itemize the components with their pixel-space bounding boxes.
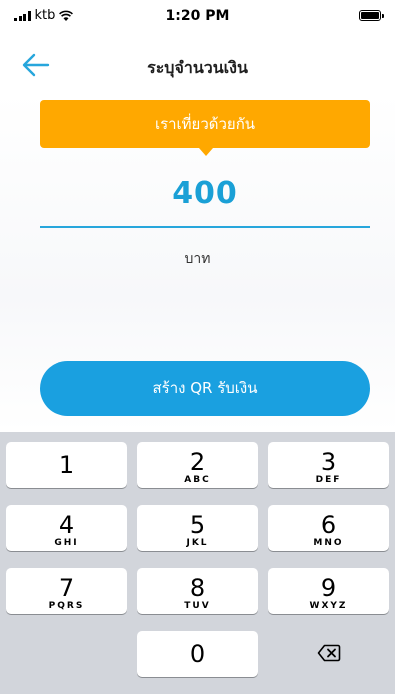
create-qr-button[interactable]: สร้าง QR รับเงิน	[40, 361, 370, 416]
key-digit: 8	[189, 574, 206, 602]
status-bar: ktb 1:20 PM	[0, 0, 395, 32]
key-digit: 1	[58, 451, 75, 479]
key-letters: WXYZ	[309, 601, 348, 611]
delete-key[interactable]	[268, 631, 389, 677]
key-digit: 5	[189, 511, 206, 539]
key-letters: TUV	[184, 601, 211, 611]
key-digit: 6	[320, 511, 337, 539]
key-0[interactable]: 0	[137, 631, 258, 677]
key-letters: JKL	[186, 538, 209, 548]
key-letters: PQRS	[48, 601, 85, 611]
key-digit: 9	[320, 574, 337, 602]
key-3[interactable]: 3 DEF	[268, 442, 389, 488]
numeric-keypad: 1 2 ABC 3 DEF 4 GHI 5 JKL 6 MNO 7 PQRS 8…	[0, 432, 395, 694]
key-4[interactable]: 4 GHI	[6, 505, 127, 551]
amount-underline	[40, 226, 370, 228]
key-letters: DEF	[315, 475, 342, 485]
key-letters: ABC	[184, 475, 211, 485]
page-title: ระบุจำนวนเงิน	[147, 58, 248, 77]
key-7[interactable]: 7 PQRS	[6, 568, 127, 614]
key-6[interactable]: 6 MNO	[268, 505, 389, 551]
key-digit: 4	[58, 511, 75, 539]
key-9[interactable]: 9 WXYZ	[268, 568, 389, 614]
amount-tooltip: เราเที่ยวด้วยกัน	[40, 100, 370, 156]
key-digit: 0	[189, 640, 206, 668]
key-blank	[6, 631, 127, 677]
key-5[interactable]: 5 JKL	[137, 505, 258, 551]
key-digit: 3	[320, 448, 337, 476]
key-8[interactable]: 8 TUV	[137, 568, 258, 614]
nav-bar: ระบุจำนวนเงิน	[0, 40, 395, 90]
key-digit: 7	[58, 574, 75, 602]
currency-label: บาท	[184, 251, 211, 267]
backspace-icon	[317, 644, 340, 662]
status-time: 1:20 PM	[165, 8, 230, 24]
key-letters: GHI	[54, 538, 79, 548]
key-2[interactable]: 2 ABC	[137, 442, 258, 488]
key-1[interactable]: 1	[6, 442, 127, 488]
amount-input[interactable]: 400	[40, 176, 370, 222]
battery-icon	[359, 10, 384, 21]
key-letters: MNO	[313, 538, 344, 548]
key-digit: 2	[189, 448, 206, 476]
